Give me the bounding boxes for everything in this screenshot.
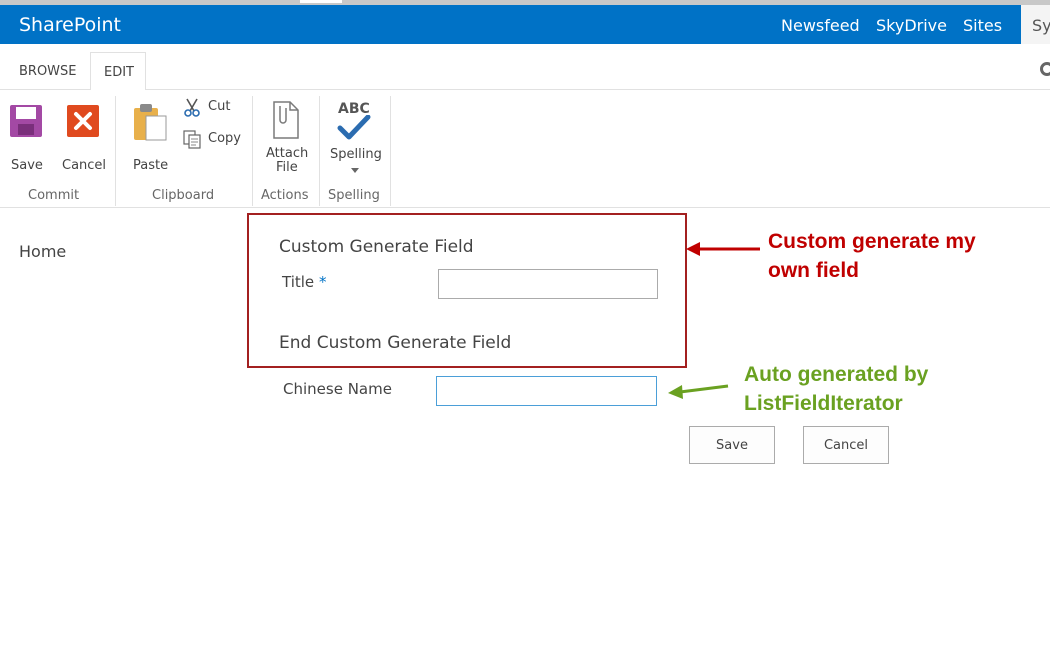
window-top-gap: [300, 0, 342, 3]
auto-annotation-line: ListFieldIterator: [744, 392, 903, 415]
group-divider: [252, 96, 253, 206]
suite-bar: SharePoint Newsfeed SkyDrive Sites Sy: [0, 5, 1050, 44]
attach-file-icon: [273, 101, 299, 139]
suite-link-newsfeed[interactable]: Newsfeed: [781, 16, 860, 35]
spelling-label: Spelling: [330, 147, 382, 162]
user-menu[interactable]: Sy: [1021, 5, 1050, 44]
group-divider: [319, 96, 320, 206]
chinese-name-input[interactable]: [436, 376, 657, 406]
cut-label: Cut: [208, 99, 231, 114]
auto-annotation-line: Auto generated by: [744, 363, 929, 386]
ribbon: Save Cancel Commit Paste Cut Copy Clipbo…: [0, 90, 1050, 208]
suite-link-sites[interactable]: Sites: [963, 16, 1002, 35]
checkmark-icon: [337, 115, 371, 140]
tab-browse[interactable]: BROWSE: [19, 64, 77, 79]
gear-icon[interactable]: [1040, 62, 1050, 76]
group-divider: [390, 96, 391, 206]
red-arrow-icon: [686, 242, 760, 256]
title-field-label: Title *: [282, 273, 327, 291]
required-marker: *: [318, 273, 327, 291]
save-icon: [10, 105, 42, 137]
cancel-icon: [67, 105, 99, 137]
cancel-ribbon-button[interactable]: Cancel: [60, 102, 108, 173]
copy-icon: [183, 130, 201, 149]
paste-label: Paste: [133, 158, 169, 173]
copy-label: Copy: [208, 131, 241, 146]
chinese-name-label: Chinese Name: [283, 380, 392, 398]
custom-field-end-heading: End Custom Generate Field: [279, 333, 512, 353]
spelling-button[interactable]: ABC Spelling: [326, 100, 384, 180]
cut-button[interactable]: Cut: [182, 96, 234, 118]
scissors-icon: [184, 98, 200, 117]
save-ribbon-button[interactable]: Save: [6, 102, 46, 173]
save-button[interactable]: Save: [689, 426, 775, 464]
cancel-ribbon-label: Cancel: [62, 158, 107, 173]
cancel-button[interactable]: Cancel: [803, 426, 889, 464]
ribbon-tab-bar: BROWSE EDIT: [0, 44, 1050, 91]
chevron-down-icon: [351, 168, 359, 173]
tab-edit[interactable]: EDIT: [90, 52, 146, 91]
user-name: Sy: [1032, 16, 1050, 35]
group-label-clipboard: Clipboard: [152, 188, 215, 203]
nav-home-link[interactable]: Home: [19, 242, 66, 261]
auto-generated-annotation: Auto generated by ListFieldIterator: [744, 360, 928, 418]
attach-label: Attach: [266, 146, 309, 161]
group-label-commit: Commit: [28, 188, 80, 203]
group-label-actions: Actions: [261, 188, 309, 203]
green-arrow-icon: [668, 384, 729, 399]
group-divider: [115, 96, 116, 206]
paste-icon: [134, 104, 167, 141]
tab-edit-label: EDIT: [104, 65, 134, 80]
title-input[interactable]: [438, 269, 658, 299]
save-ribbon-label: Save: [11, 158, 43, 173]
attach-label-file: File: [276, 160, 298, 175]
custom-field-heading: Custom Generate Field: [279, 237, 474, 257]
brand-logo[interactable]: SharePoint: [19, 14, 121, 36]
custom-annotation-line: own field: [768, 259, 859, 282]
attach-file-button[interactable]: Attach File: [262, 100, 310, 180]
suite-link-skydrive[interactable]: SkyDrive: [876, 16, 947, 35]
copy-button[interactable]: Copy: [182, 128, 242, 150]
group-label-spelling: Spelling: [328, 188, 380, 203]
paste-button[interactable]: Paste: [128, 102, 172, 173]
custom-field-annotation: Custom generate my own field: [768, 227, 976, 285]
custom-annotation-line: Custom generate my: [768, 230, 976, 253]
